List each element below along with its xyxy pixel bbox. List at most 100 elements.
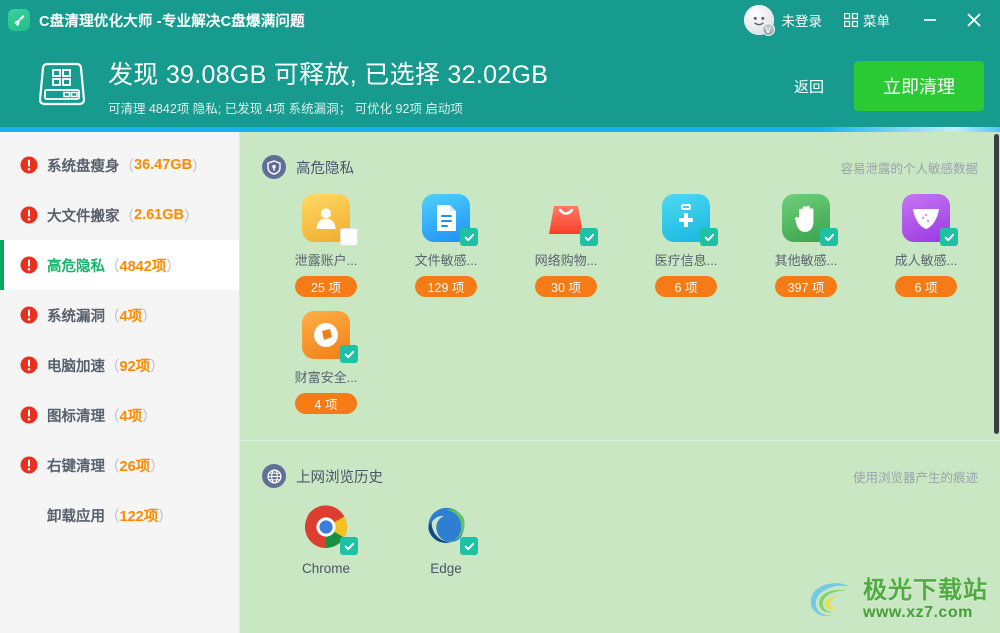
avatar[interactable]: V bbox=[744, 5, 774, 35]
privacy-tile[interactable]: 其他敏感... 397 项 bbox=[746, 194, 866, 297]
paren-close: ） bbox=[150, 455, 165, 476]
tile-icon-wrap bbox=[902, 194, 950, 242]
privacy-tile[interactable]: 文件敏感... 129 项 bbox=[386, 194, 506, 297]
tile-label: 其他敏感... bbox=[775, 250, 838, 269]
sidebar-item-3[interactable]: 高危隐私 （ 4842项 ） bbox=[0, 240, 239, 290]
section-title: 上网浏览历史 bbox=[296, 466, 853, 487]
app-window: C盘清理优化大师 -专业解决C盘爆满问题 V 未登录 bbox=[0, 0, 1000, 633]
vertical-scrollbar[interactable] bbox=[989, 132, 1000, 633]
warning-icon bbox=[20, 156, 38, 174]
sidebar-item-label: 系统盘瘦身 bbox=[47, 155, 120, 176]
titlebar-controls: V 未登录 菜单 bbox=[744, 0, 1000, 40]
sidebar-item-count: 92项 bbox=[120, 355, 151, 376]
tile-count-badge: 4 项 bbox=[295, 393, 357, 414]
minimize-icon[interactable] bbox=[908, 0, 952, 40]
sidebar-item-7[interactable]: 右键清理 （ 26项 ） bbox=[0, 440, 239, 490]
checkbox-checked[interactable] bbox=[340, 537, 358, 555]
scrollbar-thumb[interactable] bbox=[994, 134, 999, 434]
grid-icon bbox=[844, 13, 858, 27]
sidebar-item-label: 卸载应用 bbox=[47, 505, 105, 526]
close-icon[interactable] bbox=[952, 0, 996, 40]
banner-actions: 返回 立即清理 bbox=[794, 61, 984, 111]
warning-icon bbox=[20, 256, 38, 274]
privacy-tile[interactable]: Edge bbox=[386, 503, 506, 576]
tile-count-badge: 25 项 bbox=[295, 276, 357, 297]
paren-open: （ bbox=[120, 155, 135, 176]
sidebar: 系统盘瘦身 （ 36.47GB ） 大文件搬家 （ 2.61GB ） 高危隐私 … bbox=[0, 132, 240, 633]
paren-close: ） bbox=[166, 255, 181, 276]
sidebar-item-count: 4项 bbox=[120, 405, 143, 426]
paren-open: （ bbox=[105, 405, 120, 426]
checkbox-checked[interactable] bbox=[940, 228, 958, 246]
main-content: 高危隐私 容易泄露的个人敏感数据 泄露账户... 25 项 文件敏 bbox=[240, 132, 1000, 633]
tile-label: 成人敏感... bbox=[895, 250, 958, 269]
tile-grid-1: 泄露账户... 25 项 文件敏感... 129 项 bbox=[240, 184, 1000, 428]
active-indicator bbox=[0, 240, 4, 290]
sidebar-item-6[interactable]: 图标清理 （ 4项 ） bbox=[0, 390, 239, 440]
menu-button[interactable]: 菜单 bbox=[844, 10, 890, 30]
sidebar-item-4[interactable]: 系统漏洞 （ 4项 ） bbox=[0, 290, 239, 340]
checkbox-checked[interactable] bbox=[700, 228, 718, 246]
menu-label: 菜单 bbox=[863, 10, 890, 30]
sections-scroll-area[interactable]: 高危隐私 容易泄露的个人敏感数据 泄露账户... 25 项 文件敏 bbox=[240, 132, 1000, 633]
tile-icon-wrap bbox=[662, 194, 710, 242]
checkbox-checked[interactable] bbox=[340, 345, 358, 363]
privacy-tile[interactable]: 成人敏感... 6 项 bbox=[866, 194, 986, 297]
paren-close: ） bbox=[142, 405, 157, 426]
tile-label: 财富安全... bbox=[295, 367, 358, 386]
tile-label: 文件敏感... bbox=[415, 250, 478, 269]
sidebar-item-5[interactable]: 电脑加速 （ 92项 ） bbox=[0, 340, 239, 390]
warning-icon bbox=[20, 306, 38, 324]
tile-label: 泄露账户... bbox=[295, 250, 358, 269]
checkbox-checked[interactable] bbox=[460, 537, 478, 555]
section-title: 高危隐私 bbox=[296, 157, 840, 178]
sidebar-item-8[interactable]: 卸载应用 （ 122项 ） bbox=[0, 490, 239, 540]
checkbox-checked[interactable] bbox=[580, 228, 598, 246]
tile-count-badge: 30 项 bbox=[535, 276, 597, 297]
tile-count-badge: 129 项 bbox=[415, 276, 477, 297]
title-bar: C盘清理优化大师 -专业解决C盘爆满问题 V 未登录 bbox=[0, 0, 1000, 40]
tile-icon-wrap bbox=[422, 503, 470, 551]
warning-icon bbox=[20, 406, 38, 424]
banner-subline: 可清理 4842项 隐私; 已发现 4项 系统漏洞； 可优化 92项 启动项 bbox=[108, 98, 794, 117]
privacy-tile[interactable]: 财富安全... 4 项 bbox=[266, 311, 386, 414]
tile-label: Edge bbox=[430, 561, 462, 576]
sidebar-item-count: 36.47GB bbox=[134, 157, 192, 173]
privacy-tile[interactable]: Chrome bbox=[266, 503, 386, 576]
checkbox-checked[interactable] bbox=[820, 228, 838, 246]
tile-label: Chrome bbox=[302, 561, 350, 576]
privacy-tile[interactable]: 医疗信息... 6 项 bbox=[626, 194, 746, 297]
clean-now-button[interactable]: 立即清理 bbox=[854, 61, 984, 111]
tile-count-badge: 6 项 bbox=[895, 276, 957, 297]
sidebar-item-2[interactable]: 大文件搬家 （ 2.61GB ） bbox=[0, 190, 239, 240]
app-title: C盘清理优化大师 -专业解决C盘爆满问题 bbox=[39, 10, 305, 31]
banner-headline: 发现 39.08GB 可释放, 已选择 32.02GB bbox=[108, 55, 794, 91]
login-status[interactable]: 未登录 bbox=[782, 10, 823, 30]
active-indicator bbox=[0, 440, 4, 490]
tile-icon-wrap bbox=[422, 194, 470, 242]
warning-icon bbox=[20, 356, 38, 374]
checkbox-checked[interactable] bbox=[460, 228, 478, 246]
paren-open: （ bbox=[105, 305, 120, 326]
active-indicator bbox=[0, 490, 4, 540]
tile-label: 医疗信息... bbox=[655, 250, 718, 269]
sidebar-item-label: 系统漏洞 bbox=[47, 305, 105, 326]
active-indicator bbox=[0, 140, 4, 190]
tile-label: 网络购物... bbox=[535, 250, 598, 269]
globe-icon bbox=[262, 464, 286, 488]
sidebar-item-label: 高危隐私 bbox=[47, 255, 105, 276]
active-indicator bbox=[0, 190, 4, 240]
tile-icon-wrap bbox=[302, 503, 350, 551]
sidebar-item-1[interactable]: 系统盘瘦身 （ 36.47GB ） bbox=[0, 140, 239, 190]
privacy-tile[interactable]: 网络购物... 30 项 bbox=[506, 194, 626, 297]
section-note: 容易泄露的个人敏感数据 bbox=[840, 158, 978, 177]
privacy-tile[interactable]: 泄露账户... 25 项 bbox=[266, 194, 386, 297]
section-note: 使用浏览器产生的痕迹 bbox=[853, 467, 978, 486]
tile-count-badge: 6 项 bbox=[655, 276, 717, 297]
checkbox-unchecked[interactable] bbox=[340, 228, 358, 246]
sidebar-item-label: 右键清理 bbox=[47, 455, 105, 476]
back-button[interactable]: 返回 bbox=[794, 76, 824, 97]
summary-banner: 发现 39.08GB 可释放, 已选择 32.02GB 可清理 4842项 隐私… bbox=[0, 40, 1000, 132]
avatar-badge: V bbox=[762, 23, 775, 36]
paren-open: （ bbox=[105, 355, 120, 376]
